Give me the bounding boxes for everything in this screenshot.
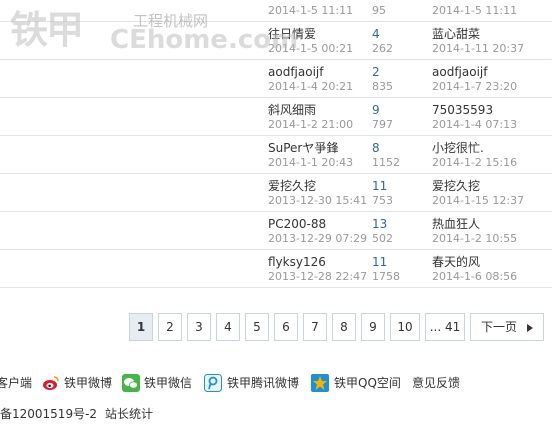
qzone-icon[interactable] [311,374,329,392]
next-page-button[interactable]: 下一页 [470,313,544,341]
last-post-time[interactable]: 2014-1-4 07:13 [432,118,517,131]
reply-count[interactable]: 2 [372,65,380,80]
reply-count[interactable]: 8 [372,141,380,156]
last-post-time[interactable]: 2014-1-2 10:55 [432,232,517,245]
stats-link[interactable]: 站长统计 [105,407,153,421]
footer-icp: 备12001519号-2 站长统计 [0,406,161,422]
view-count: 1152 [372,156,400,169]
view-count: 95 [372,4,386,17]
last-post-time[interactable]: 2014-1-7 23:20 [432,80,517,93]
author-name[interactable]: 斜风细雨 [268,103,316,118]
reply-count[interactable]: 9 [372,103,380,118]
author-time: 2014-1-5 00:21 [268,42,354,55]
icp-license-link[interactable]: 备12001519号-2 [0,407,97,421]
footer-client-link[interactable]: 客户端 [0,374,32,392]
table-row: SuPerヤ爭鋒 2014-1-1 20:43 8 1152 小挖很忙. 2014-1-2… [0,136,552,174]
weibo-icon[interactable] [42,374,60,392]
page-link[interactable]: 4 [216,313,240,341]
author-name[interactable]: flyksy126 [268,255,326,270]
page-link[interactable]: 5 [245,313,269,341]
author-name[interactable]: 爱挖久挖 [268,179,316,194]
page-link[interactable]: ... 41 [425,313,465,341]
author-time: 2014-1-1 20:43 [268,156,354,169]
table-row: 往日情爱 2014-1-5 00:21 4 262 蓝心甜菜 2014-1-11 20:3… [0,22,552,60]
footer-links: 客户端 铁甲微博 铁甲微信 铁甲腾讯微博 铁甲QQ空间 意见反馈 [0,374,552,394]
view-count: 502 [372,232,393,245]
view-count: 1758 [372,270,400,283]
reply-count[interactable]: 11 [372,179,387,194]
author-name[interactable]: PC200-88 [268,217,326,232]
wechat-icon[interactable] [122,374,140,392]
page-current[interactable]: 1 [129,313,153,341]
author-time: 2013-12-30 15:41 [268,194,368,207]
last-post-time[interactable]: 2014-1-6 08:56 [432,270,517,283]
view-count: 262 [372,42,393,55]
last-post-user[interactable]: 小挖很忙. [432,141,484,156]
reply-count[interactable]: 13 [372,217,387,232]
reply-count[interactable]: 4 [372,27,380,42]
view-count: 797 [372,118,393,131]
last-post-time[interactable]: 2014-1-2 15:16 [432,156,517,169]
footer-weibo-link[interactable]: 铁甲微博 [64,374,112,392]
next-page-label: 下一页 [480,320,517,334]
page-link[interactable]: 2 [158,313,182,341]
author-time: 2013-12-29 07:29 [268,232,368,245]
footer-qzone-link[interactable]: 铁甲QQ空间 [334,374,401,392]
author-name[interactable]: 往日情爱 [268,27,316,42]
last-post-time[interactable]: 2014-1-11 20:37 [432,42,524,55]
page-link[interactable]: 8 [332,313,356,341]
page-link[interactable]: 9 [361,313,385,341]
reply-count[interactable]: 11 [372,255,387,270]
last-post-user[interactable]: 蓝心甜菜 [432,27,480,42]
author-time: 2014-1-5 11:11 [268,4,354,17]
author-name[interactable]: aodfjaoijf [268,65,323,80]
footer-weixin-link[interactable]: 铁甲微信 [144,374,192,392]
last-post-time[interactable]: 2014-1-5 11:11 [432,4,517,17]
last-post-user[interactable]: 75035593 [432,103,493,118]
last-post-user[interactable]: 爱挖久挖 [432,179,480,194]
page-link[interactable]: 10 [390,313,420,341]
author-name[interactable]: SuPerヤ爭鋒 [268,141,338,156]
footer-tencent-weibo-link[interactable]: 铁甲腾讯微博 [227,374,299,392]
view-count: 835 [372,80,393,93]
tencent-weibo-icon[interactable] [204,374,222,392]
last-post-user[interactable]: 热血狂人 [432,217,480,232]
view-count: 753 [372,194,393,207]
table-row: aodfjaoijf 2014-1-4 20:21 2 835 aodfjaoijf 20… [0,60,552,98]
author-time: 2014-1-4 20:21 [268,80,354,93]
table-row: flyksy126 2013-12-28 22:47 11 1758 春天的风 2014-… [0,250,552,288]
table-row: 斜风细雨 2014-1-2 21:00 9 797 75035593 2014-1-4 0… [0,98,552,136]
table-row: 2014-1-5 11:11 95 2014-1-5 11:11 [0,0,552,22]
chevron-right-icon [527,323,533,332]
author-time: 2014-1-2 21:00 [268,118,354,131]
page-link[interactable]: 7 [303,313,327,341]
last-post-user[interactable]: aodfjaoijf [432,65,487,80]
table-row: PC200-88 2013-12-29 07:29 13 502 热血狂人 2014-1-… [0,212,552,250]
page-link[interactable]: 3 [187,313,211,341]
table-row: 爱挖久挖 2013-12-30 15:41 11 753 爱挖久挖 2014-1-15 1… [0,174,552,212]
last-post-user[interactable]: 春天的风 [432,255,480,270]
footer-feedback-link[interactable]: 意见反馈 [412,374,460,392]
author-time: 2013-12-28 22:47 [268,270,368,283]
page-link[interactable]: 6 [274,313,298,341]
last-post-time[interactable]: 2014-1-15 12:37 [432,194,524,207]
